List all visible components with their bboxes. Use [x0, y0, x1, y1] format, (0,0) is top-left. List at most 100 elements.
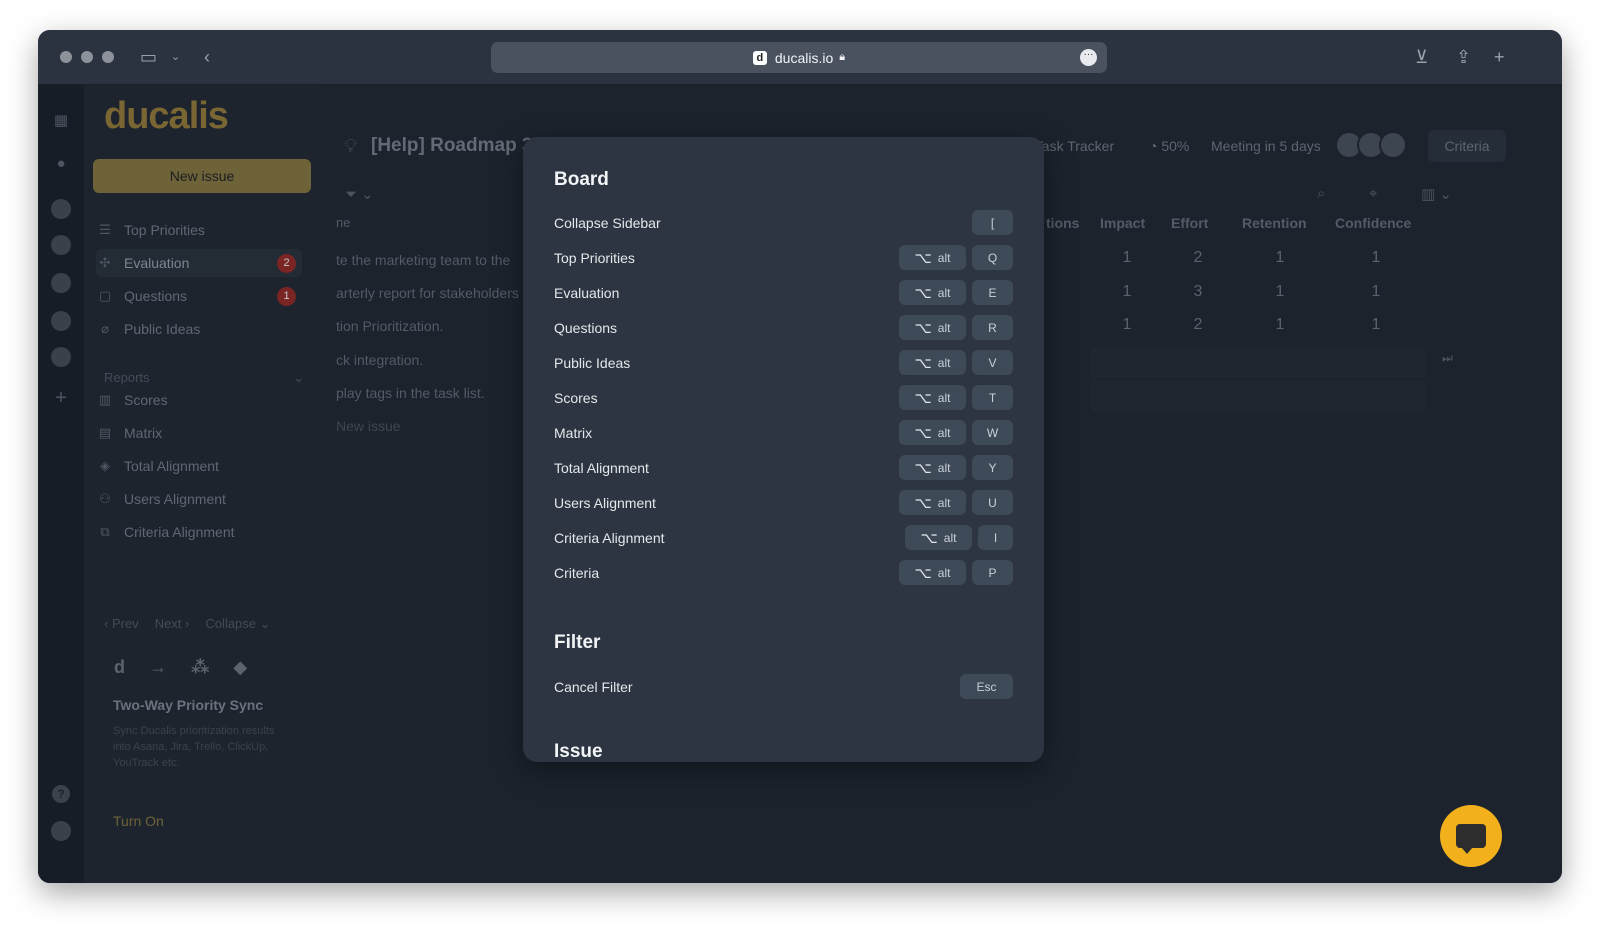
shortcut-label: Questions — [554, 320, 618, 336]
retention-column-header[interactable]: Retention — [1242, 215, 1307, 231]
score-cell[interactable]: 1 — [1250, 283, 1310, 301]
new-issue-row[interactable]: New issue — [336, 418, 536, 434]
score-cell[interactable]: 1 — [1346, 316, 1406, 334]
confidence-column-header[interactable]: Confidence — [1335, 215, 1411, 231]
board-avatar[interactable] — [51, 273, 71, 293]
browser-window: ▭ ⌄ ‹ d ducalis.io 🔒︎ ··· ⊻ ⇪ + ▦ ● + ? … — [38, 30, 1562, 883]
matrix-icon: ▤ — [98, 425, 112, 440]
board-avatar[interactable] — [51, 347, 71, 367]
sidebar-item-users-alignment[interactable]: ⚇ Users Alignment — [96, 485, 302, 513]
empty-score-row[interactable] — [1091, 347, 1425, 378]
score-cell[interactable]: 1 — [1097, 316, 1157, 334]
skip-forward-icon[interactable]: ⏭ — [1442, 351, 1453, 366]
option-key-icon: ⌥ — [914, 424, 932, 442]
table-row[interactable]: play tags in the task list. — [336, 385, 536, 401]
reports-title: Reports — [104, 370, 150, 385]
search-icon[interactable]: ⌕ — [1317, 185, 1325, 202]
criteria-button[interactable]: Criteria — [1428, 130, 1506, 162]
sidebar-item-matrix[interactable]: ▤ Matrix — [96, 419, 302, 447]
score-cell[interactable]: 3 — [1168, 283, 1228, 301]
back-icon[interactable]: ‹ — [204, 46, 210, 68]
sidebar-item-public-ideas[interactable]: ⌀ Public Ideas — [96, 315, 302, 343]
empty-score-row[interactable] — [1091, 380, 1425, 411]
key-cap: T — [972, 385, 1013, 410]
board-title: [Help] Roadmap 3.0 — [371, 135, 549, 156]
section-title-board: Board — [554, 169, 609, 190]
modifier-label: alt — [937, 565, 951, 580]
new-tab-icon[interactable]: + — [1494, 46, 1505, 68]
turn-on-link[interactable]: Turn On — [113, 813, 164, 829]
sidebar-item-total-alignment[interactable]: ◈ Total Alignment — [96, 452, 302, 480]
score-cell[interactable]: 1 — [1250, 316, 1310, 334]
collapse-button[interactable]: Collapse ⌄ — [205, 616, 270, 632]
shortcut-keys: ⌥ alt Y — [899, 455, 1013, 480]
target-icon[interactable]: ⌖ — [1369, 185, 1377, 202]
option-key-icon: ⌥ — [914, 249, 932, 267]
filter-icon[interactable]: ⏷ ⌄ — [345, 185, 374, 203]
board-avatar[interactable] — [51, 311, 71, 331]
effort-column-header[interactable]: Effort — [1171, 215, 1208, 231]
option-key-icon: ⌥ — [914, 564, 932, 582]
address-bar[interactable]: d ducalis.io 🔒︎ ··· — [491, 42, 1107, 73]
more-options-icon[interactable]: ··· — [1080, 49, 1097, 66]
next-button[interactable]: Next › — [155, 616, 190, 632]
score-cell[interactable]: 1 — [1346, 249, 1406, 267]
chat-button[interactable] — [1440, 805, 1502, 867]
score-cell[interactable]: 1 — [1250, 249, 1310, 267]
bulb-icon[interactable]: ● — [52, 155, 70, 173]
scores-icon: ▥ — [98, 392, 112, 407]
chevron-down-icon: ⌄ — [293, 370, 304, 385]
key-cap: U — [972, 490, 1013, 515]
minimize-window-button[interactable] — [81, 51, 93, 63]
shortcut-keys: ⌥ alt U — [899, 490, 1013, 515]
sidebar-item-top-priorities[interactable]: ☰ Top Priorities — [96, 216, 302, 244]
score-cell[interactable]: 1 — [1097, 249, 1157, 267]
key-cap: I — [978, 525, 1013, 550]
meeting-status[interactable]: Meeting in 5 days — [1211, 138, 1321, 154]
diamond-icon: ◆ — [233, 657, 248, 677]
reports-section-header[interactable]: Reports ⌄ — [104, 370, 310, 385]
score-cell[interactable]: 2 — [1168, 249, 1228, 267]
prev-button[interactable]: ‹ Prev — [104, 616, 139, 632]
chevron-down-icon[interactable]: ⌄ — [171, 46, 180, 68]
impact-column-header[interactable]: Impact — [1100, 215, 1145, 231]
score-cell[interactable]: 2 — [1168, 316, 1228, 334]
questions-icon: ▢ — [98, 288, 112, 303]
sidebar-item-criteria-alignment[interactable]: ⧉ Criteria Alignment — [96, 518, 302, 546]
sidebar-toggle-icon[interactable]: ▭ — [140, 46, 157, 68]
sidebar-item-questions[interactable]: ▢ Questions 1 — [96, 282, 302, 310]
board-avatar[interactable] — [51, 199, 71, 219]
close-window-button[interactable] — [60, 51, 72, 63]
download-icon[interactable]: ⊻ — [1415, 46, 1428, 68]
shortcut-label: Users Alignment — [554, 495, 656, 511]
help-icon[interactable]: ? — [52, 785, 70, 803]
sidebar-item-label: Users Alignment — [124, 491, 226, 507]
alt-key-cap: ⌥ alt — [899, 420, 966, 445]
score-cell[interactable]: 1 — [1346, 283, 1406, 301]
user-avatar[interactable] — [51, 821, 71, 841]
sidebar-item-scores[interactable]: ▥ Scores — [96, 386, 302, 414]
sidebar-item-evaluation[interactable]: ✣ Evaluation 2 — [96, 249, 302, 277]
alt-key-cap: ⌥ alt — [905, 525, 972, 550]
shortcut-row: Matrix ⌥ alt W — [554, 419, 1013, 449]
shortcut-row: Questions ⌥ alt R — [554, 314, 1013, 344]
apps-grid-icon[interactable]: ▦ — [52, 112, 70, 130]
url-text: ducalis.io — [774, 49, 834, 66]
users-icon: ⚇ — [99, 491, 111, 506]
table-row[interactable]: ck integration. — [336, 352, 536, 368]
score-cell[interactable]: 1 — [1097, 283, 1157, 301]
shortcut-keys: ⌥ alt Q — [899, 245, 1013, 270]
add-board-icon[interactable]: + — [52, 388, 70, 408]
sidebar-pager: ‹ Prev Next › Collapse ⌄ — [104, 616, 270, 632]
shortcut-row: Top Priorities ⌥ alt Q — [554, 244, 1013, 274]
table-row[interactable]: arterly report for stakeholders — [336, 285, 536, 301]
board-avatar[interactable] — [51, 235, 71, 255]
share-icon[interactable]: ⇪ — [1456, 46, 1471, 68]
table-row[interactable]: te the marketing team to the — [336, 252, 536, 268]
columns-icon[interactable]: ▥ ⌄ — [1421, 185, 1452, 203]
zoom-window-button[interactable] — [102, 51, 114, 63]
sync-description: Sync Ducalis prioritization results into… — [113, 725, 275, 769]
new-issue-button[interactable]: New issue — [93, 159, 311, 193]
team-avatars[interactable] — [1335, 131, 1407, 159]
table-row[interactable]: tion Prioritization. — [336, 318, 536, 334]
